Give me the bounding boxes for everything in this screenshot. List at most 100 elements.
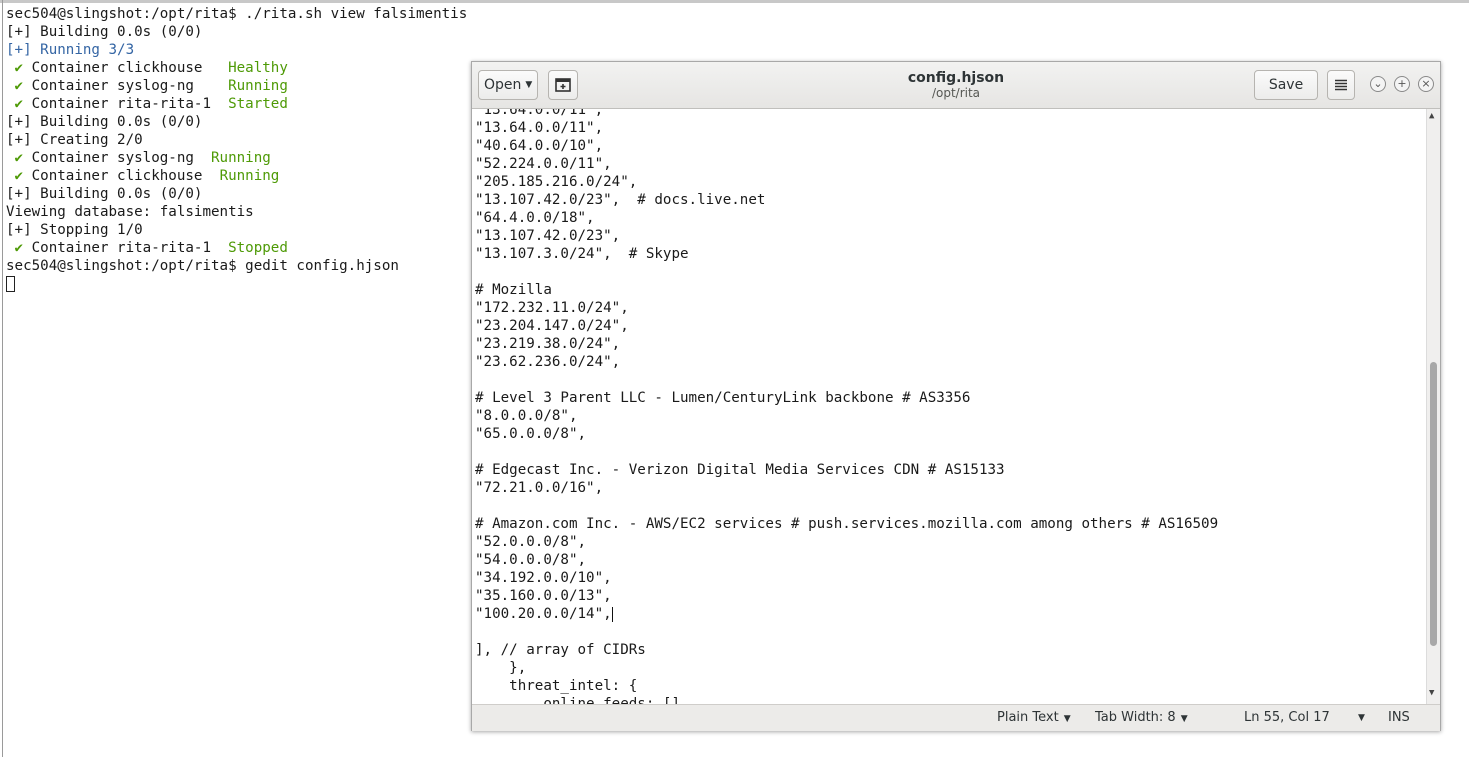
code-line-text: "35.160.0.0/13", <box>475 588 612 604</box>
terminal-output: sec504@slingshot:/opt/rita$ ./rita.sh vi… <box>6 5 467 293</box>
terminal-text: Container clickhouse <box>23 60 229 76</box>
code-line: "13.64.0.0/11", <box>475 119 1218 137</box>
terminal-line: [+] Building 0.0s (0/0) <box>6 113 467 131</box>
terminal-text: Container rita-rita-1 <box>23 96 229 112</box>
code-line: "13.107.42.0/23", # docs.live.net <box>475 191 1218 209</box>
terminal-line: ✔ Container clickhouse Healthy <box>6 59 467 77</box>
close-icon[interactable]: × <box>1418 76 1434 92</box>
terminal-text: [+] Creating 2/0 <box>6 132 143 148</box>
terminal-text: [+] Building 0.0s (0/0) <box>6 114 203 130</box>
gedit-window[interactable]: Open ▼ config.hjson /opt/rita Save ⌄ + ×… <box>471 61 1441 731</box>
code-line-text: threat_intel: { <box>475 678 638 694</box>
terminal-text: Healthy <box>228 60 288 76</box>
code-line-text: # Amazon.com Inc. - AWS/EC2 services # p… <box>475 516 1219 532</box>
terminal-text: sec504@slingshot:/opt/rita$ ./rita.sh vi… <box>6 6 468 22</box>
new-document-button[interactable] <box>548 70 578 100</box>
code-line-text: ], // array of CIDRs <box>475 642 646 658</box>
terminal-text: [+] Stopping 1/0 <box>6 222 143 238</box>
code-line: online_feeds: [], <box>475 695 1218 704</box>
new-document-icon <box>555 78 571 92</box>
code-line: "205.185.216.0/24", <box>475 173 1218 191</box>
text-cursor <box>611 606 613 622</box>
code-line: "13.107.42.0/23", <box>475 227 1218 245</box>
code-line: # Edgecast Inc. - Verizon Digital Media … <box>475 461 1218 479</box>
terminal-text: Running <box>228 78 288 94</box>
terminal-line: Viewing database: falsimentis <box>6 203 467 221</box>
chevron-down-icon: ▼ <box>1063 714 1071 724</box>
checkmark-icon: ✔ <box>6 60 24 76</box>
save-button[interactable]: Save <box>1254 70 1318 100</box>
chevron-down-icon: ▼ <box>1180 714 1188 724</box>
open-button[interactable]: Open ▼ <box>478 70 538 100</box>
checkmark-icon: ✔ <box>6 240 24 256</box>
vertical-scrollbar[interactable]: ▲ ▼ <box>1426 109 1440 704</box>
code-line-text: "13.64.0.0/11", <box>475 109 604 118</box>
scroll-down-arrow-icon[interactable]: ▼ <box>1429 688 1434 698</box>
scroll-up-arrow-icon[interactable]: ▲ <box>1429 111 1434 121</box>
code-line-text: "52.224.0.0/11", <box>475 156 612 172</box>
code-line-text: "100.20.0.0/14", <box>475 606 612 622</box>
terminal-line: ✔ Container rita-rita-1 Started <box>6 95 467 113</box>
scrollbar-thumb[interactable] <box>1430 362 1437 646</box>
terminal-line: [+] Running 3/3 <box>6 41 467 59</box>
code-line-text: }, <box>475 660 527 676</box>
cursor-position[interactable]: Ln 55, Col 17 <box>1244 710 1330 725</box>
minimize-icon[interactable]: ⌄ <box>1370 76 1386 92</box>
code-line: "172.232.11.0/24", <box>475 299 1218 317</box>
tab-width-selector[interactable]: Tab Width: 8 ▼ <box>1095 710 1188 725</box>
terminal-text: Stopped <box>228 240 288 256</box>
code-line-text: "52.0.0.0/8", <box>475 534 587 550</box>
code-line: "72.21.0.0/16", <box>475 479 1218 497</box>
hamburger-menu-button[interactable] <box>1327 70 1355 100</box>
terminal-text: Container clickhouse <box>23 168 220 184</box>
code-line: "35.160.0.0/13", <box>475 587 1218 605</box>
terminal-line: [+] Building 0.0s (0/0) <box>6 23 467 41</box>
terminal-left-border <box>2 0 3 757</box>
terminal-prompt-line[interactable] <box>6 275 467 293</box>
code-line-text: "65.0.0.0/8", <box>475 426 587 442</box>
terminal-text: [+] Building 0.0s (0/0) <box>6 186 203 202</box>
code-line-text: "172.232.11.0/24", <box>475 300 629 316</box>
hamburger-menu-icon <box>1335 79 1347 91</box>
document-title: config.hjson <box>907 70 1005 86</box>
terminal-cursor <box>6 276 15 292</box>
code-line: threat_intel: { <box>475 677 1218 695</box>
code-line: "34.192.0.0/10", <box>475 569 1218 587</box>
maximize-icon[interactable]: + <box>1394 76 1410 92</box>
terminal-text: Viewing database: falsimentis <box>6 204 254 220</box>
terminal-line: sec504@slingshot:/opt/rita$ ./rita.sh vi… <box>6 5 467 23</box>
language-label: Plain Text <box>997 710 1059 725</box>
language-selector[interactable]: Plain Text ▼ <box>997 710 1071 725</box>
terminal-text: sec504@slingshot:/opt/rita$ gedit config… <box>6 258 399 274</box>
code-content: "13.64.0.0/11", "13.64.0.0/11", "40.64.0.0… <box>475 109 1218 704</box>
code-line-text: "13.107.3.0/24", # Skype <box>475 246 689 262</box>
status-bar: Plain Text ▼ Tab Width: 8 ▼ Ln 55, Col 17 … <box>472 704 1440 731</box>
terminal-text: Container rita-rita-1 <box>23 240 229 256</box>
code-line: "54.0.0.0/8", <box>475 551 1218 569</box>
tab-width-label: Tab Width: 8 <box>1095 710 1176 725</box>
terminal-text: Running <box>211 150 271 166</box>
terminal-text: [+] Building 0.0s (0/0) <box>6 24 203 40</box>
text-editor[interactable]: "13.64.0.0/11", "13.64.0.0/11", "40.64.0.0… <box>472 109 1426 704</box>
code-line: "64.4.0.0/18", <box>475 209 1218 227</box>
terminal-line: [+] Building 0.0s (0/0) <box>6 185 467 203</box>
header-bar: Open ▼ config.hjson /opt/rita Save ⌄ + × <box>472 62 1440 109</box>
code-line: # Amazon.com Inc. - AWS/EC2 services # p… <box>475 515 1218 533</box>
title-block: config.hjson /opt/rita <box>802 70 1110 101</box>
terminal-line: [+] Creating 2/0 <box>6 131 467 149</box>
code-line: "8.0.0.0/8", <box>475 407 1218 425</box>
terminal-line: [+] Stopping 1/0 <box>6 221 467 239</box>
code-line-text: "72.21.0.0/16", <box>475 480 604 496</box>
checkmark-icon: ✔ <box>6 168 24 184</box>
terminal-line: ✔ Container syslog-ng Running <box>6 149 467 167</box>
code-line: "23.219.38.0/24", <box>475 335 1218 353</box>
open-button-label: Open <box>484 77 522 93</box>
terminal-text: [+] Running 3/3 <box>6 42 135 58</box>
position-menu-chevron-icon[interactable]: ▼ <box>1358 713 1365 723</box>
terminal-line: sec504@slingshot:/opt/rita$ gedit config… <box>6 257 467 275</box>
chevron-down-icon: ▼ <box>525 80 533 90</box>
code-line: "52.224.0.0/11", <box>475 155 1218 173</box>
